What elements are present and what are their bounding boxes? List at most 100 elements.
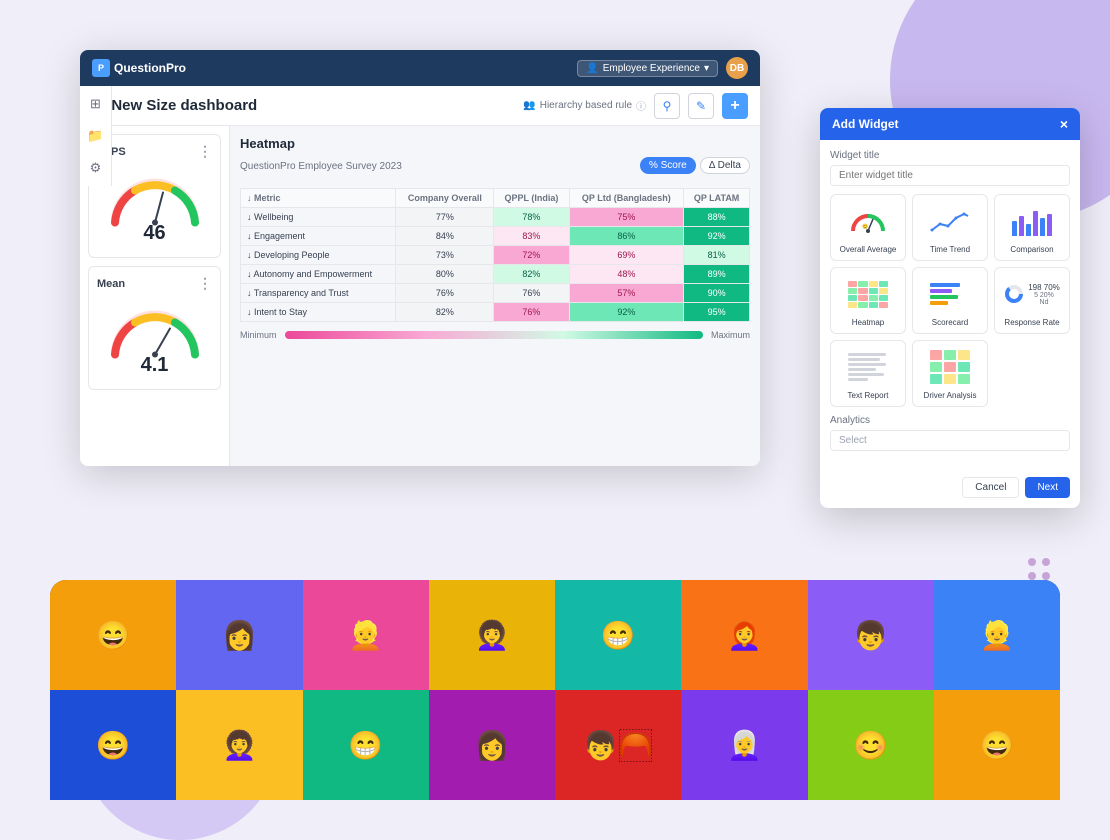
time-trend-label: Time Trend	[919, 245, 981, 254]
widget-option-scorecard[interactable]: Scorecard	[912, 267, 988, 334]
heatmap-preview	[837, 274, 899, 314]
cell-eng-company: 84%	[396, 227, 494, 246]
breadcrumb-text: Hierarchy based rule	[540, 100, 632, 111]
person-hierarchy-icon: 👥	[523, 100, 535, 111]
employee-btn-label: Employee Experience	[603, 63, 700, 74]
person-12: 👩	[429, 690, 555, 800]
sidebar-icon-settings[interactable]: ⚙	[86, 158, 106, 178]
metric-transparency: ↓ Transparency and Trust	[241, 284, 396, 303]
second-bar: ‹ New Size dashboard 👥 Hierarchy based r…	[80, 86, 760, 126]
person-15: 😊	[808, 690, 934, 800]
mini-scorecard-chart	[930, 283, 970, 305]
page-title: New Size dashboard	[111, 97, 257, 114]
edit-btn[interactable]: ✎	[688, 93, 714, 119]
mini-response-chart: 198 70% 5 20% Nd	[1004, 283, 1060, 306]
sidebar-icon-folder[interactable]: 📁	[86, 126, 106, 146]
heatmap-panel: Heatmap QuestionPro Employee Survey 2023…	[230, 126, 760, 466]
comparison-bars	[1012, 206, 1052, 236]
cell-eng-qppl: 83%	[494, 227, 569, 246]
heatmap-subtitle: QuestionPro Employee Survey 2023	[240, 161, 402, 172]
cell-ae-qpltd: 48%	[569, 265, 684, 284]
widget-title-label: Widget title	[830, 150, 1070, 161]
logo-text: QuestionPro	[114, 61, 186, 75]
metric-autonomy: ↓ Autonomy and Empowerment	[241, 265, 396, 284]
person-4: 👩‍🦱	[429, 580, 555, 690]
heatmap-option-label: Heatmap	[837, 318, 899, 327]
next-button[interactable]: Next	[1025, 477, 1070, 498]
cell-dp-company: 73%	[396, 246, 494, 265]
analytics-select[interactable]: Select	[830, 430, 1070, 451]
metric-engagement: ↓ Engagement	[241, 227, 396, 246]
sidebar-icon-grid[interactable]: ⊞	[86, 94, 106, 114]
dialog-title: Add Widget	[832, 117, 899, 131]
comparison-preview	[1001, 201, 1063, 241]
cell-ae-latam: 89%	[684, 265, 750, 284]
widget-option-time-trend[interactable]: Time Trend	[912, 194, 988, 261]
widget-option-response-rate[interactable]: 198 70% 5 20% Nd Response Rate	[994, 267, 1070, 334]
add-widget-btn[interactable]: +	[722, 93, 748, 119]
dashboard-window: P QuestionPro 👤 Employee Experience ▾ DB…	[80, 50, 760, 466]
heatmap-controls: % Score Δ Delta	[640, 157, 750, 174]
mean-menu[interactable]: ⋮	[198, 275, 212, 292]
widget-option-comparison[interactable]: Comparison	[994, 194, 1070, 261]
widget-option-driver-analysis[interactable]: Driver Analysis	[912, 340, 988, 407]
enps-menu[interactable]: ⋮	[198, 143, 212, 160]
metric-intent: ↓ Intent to Stay	[241, 303, 396, 322]
person-10: 👩‍🦱	[176, 690, 302, 800]
cell-tt-company: 76%	[396, 284, 494, 303]
person-9: 😄	[50, 690, 176, 800]
widget-title-input[interactable]	[830, 165, 1070, 186]
mean-value: 4.1	[141, 354, 169, 377]
employee-experience-btn[interactable]: 👤 Employee Experience ▾	[577, 60, 718, 77]
avatar-initials: DB	[730, 63, 744, 74]
logo-icon: P	[92, 59, 110, 77]
cell-wb-qppl: 78%	[494, 208, 569, 227]
text-report-preview	[837, 347, 899, 387]
person-13: 👦‍🦰	[555, 690, 681, 800]
widget-option-text-report[interactable]: Text Report	[830, 340, 906, 407]
response-donut	[1004, 284, 1024, 304]
cell-tt-qppl: 76%	[494, 284, 569, 303]
cell-eng-latam: 92%	[684, 227, 750, 246]
legend-min: Minimum	[240, 330, 277, 340]
widget-option-heatmap[interactable]: Heatmap	[830, 267, 906, 334]
person-16: 😄	[934, 690, 1060, 800]
filter-btn[interactable]: ⚲	[654, 93, 680, 119]
cancel-button[interactable]: Cancel	[962, 477, 1019, 498]
cell-is-qpltd: 92%	[569, 303, 684, 322]
cell-tt-qpltd: 57%	[569, 284, 684, 303]
th-qppl: QPPL (India)	[494, 189, 569, 208]
toolbar-right: 👥 Hierarchy based rule ⓘ ⚲ ✎ +	[515, 93, 748, 119]
table-row: ↓ Autonomy and Empowerment 80% 82% 48% 8…	[241, 265, 750, 284]
th-qpltd: QP Ltd (Bangladesh)	[569, 189, 684, 208]
widget-option-overall-average[interactable]: 😊 Overall Average	[830, 194, 906, 261]
table-row: ↓ Intent to Stay 82% 76% 92% 95%	[241, 303, 750, 322]
scorecard-label: Scorecard	[919, 318, 981, 327]
dialog-footer: Cancel Next	[820, 471, 1080, 508]
person-8: 👱	[934, 580, 1060, 690]
cell-wb-company: 77%	[396, 208, 494, 227]
mini-driver-chart	[930, 350, 970, 384]
score-btn[interactable]: % Score	[640, 157, 696, 174]
table-header-row: ↓ Metric Company Overall QPPL (India) QP…	[241, 189, 750, 208]
person-5: 😁	[555, 580, 681, 690]
enps-gauge: 46	[97, 166, 212, 249]
dialog-header: Add Widget ×	[820, 108, 1080, 140]
response-rate-preview: 198 70% 5 20% Nd	[1001, 274, 1063, 314]
enps-title: eNPS ⋮	[97, 143, 212, 160]
legend-gradient	[285, 331, 703, 339]
mini-heatmap-grid	[848, 281, 888, 308]
user-avatar[interactable]: DB	[726, 57, 748, 79]
employee-icon: 👤	[586, 63, 598, 74]
svg-text:😊: 😊	[862, 223, 868, 230]
delta-btn[interactable]: Δ Delta	[700, 157, 750, 174]
overall-average-preview: 😊	[837, 201, 899, 241]
cell-is-qppl: 76%	[494, 303, 569, 322]
people-grid: 😄 👩 👱 👩‍🦱 😁 👩‍🦰 👦 👱 😄 👩‍🦱 😁 👩 👦‍🦰 👩‍🦳 😊 …	[50, 580, 1060, 800]
breadcrumb: 👥 Hierarchy based rule ⓘ	[523, 98, 646, 113]
mean-gauge-svg	[105, 302, 205, 362]
dialog-close-btn[interactable]: ×	[1060, 116, 1068, 132]
person-14: 👩‍🦳	[681, 690, 807, 800]
cell-is-company: 82%	[396, 303, 494, 322]
mean-label: Mean	[97, 278, 125, 290]
